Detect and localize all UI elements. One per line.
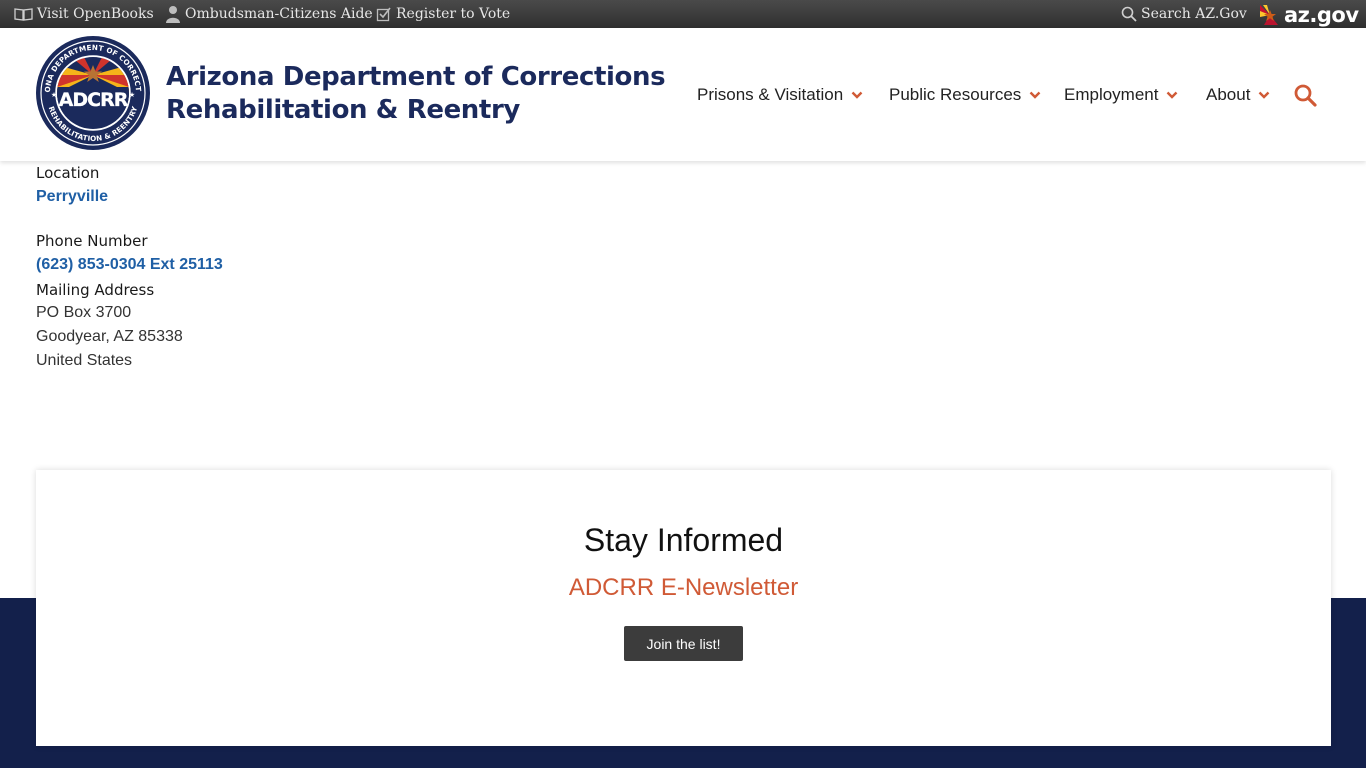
utility-bar: Visit OpenBooks Ombudsman-Citizens Aide …: [0, 0, 1366, 28]
nav-employment-label: Employment: [1064, 85, 1159, 104]
newsletter-card: Stay Informed ADCRR E-Newsletter Join th…: [36, 470, 1331, 746]
address-line-1: PO Box 3700: [36, 304, 132, 321]
location-label: Location: [36, 164, 100, 182]
ombudsman-label: Ombudsman-Citizens Aide: [185, 6, 373, 22]
arizona-flag-icon: [1260, 5, 1278, 25]
newsletter-subtitle: ADCRR E-Newsletter: [568, 574, 799, 601]
nav-about[interactable]: About: [1206, 83, 1270, 107]
newsletter-title: Stay Informed: [583, 522, 784, 558]
chevron-down-icon: [1167, 91, 1178, 99]
openbooks-label: Visit OpenBooks: [37, 6, 154, 22]
nav-public-resources-label: Public Resources: [889, 85, 1022, 104]
nav-about-label: About: [1206, 85, 1251, 104]
book-icon: [14, 8, 33, 21]
org-name-line1: Arizona Department of Corrections: [166, 62, 666, 92]
nav-prisons-visitation[interactable]: Prisons & Visitation: [697, 83, 863, 107]
site-header: ADCRR ARIZONA DEPARTMENT OF CORRECTIONS …: [0, 28, 1366, 161]
seal-star-right: ★: [129, 91, 135, 99]
chevron-down-icon: [1259, 91, 1270, 99]
adcrr-seal-logo[interactable]: ADCRR ARIZONA DEPARTMENT OF CORRECTIONS …: [35, 35, 151, 151]
search-azgov-label: Search AZ.Gov: [1141, 6, 1247, 22]
phone-link[interactable]: (623) 853-0304 Ext 25113: [36, 256, 223, 274]
register-vote-label: Register to Vote: [396, 6, 511, 22]
location-link[interactable]: Perryville: [36, 188, 108, 206]
phone-label: Phone Number: [36, 232, 148, 250]
checkbox-icon: [376, 7, 391, 22]
search-azgov-link[interactable]: Search AZ.Gov: [1121, 0, 1247, 28]
chevron-down-icon: [1029, 91, 1041, 99]
mailing-address-label: Mailing Address: [36, 281, 155, 299]
azgov-logo-text: az.gov: [1284, 2, 1359, 27]
seal-initials: ADCRR: [59, 89, 129, 111]
person-icon: [166, 6, 180, 23]
org-name-line2: Rehabilitation & Reentry: [166, 95, 520, 125]
openbooks-link[interactable]: Visit OpenBooks: [14, 0, 154, 28]
search-icon: [1121, 6, 1137, 22]
address-line-3: United States: [36, 352, 133, 369]
site-search-icon[interactable]: [1293, 83, 1317, 107]
nav-employment[interactable]: Employment: [1064, 83, 1178, 107]
seal-star-left: ★: [51, 91, 57, 99]
nav-prisons-visitation-label: Prisons & Visitation: [697, 85, 844, 104]
nav-public-resources[interactable]: Public Resources: [889, 83, 1041, 107]
azgov-logo-link[interactable]: az.gov: [1258, 3, 1359, 27]
join-list-button[interactable]: Join the list!: [624, 626, 743, 661]
address-line-2: Goodyear, AZ 85338: [36, 328, 183, 345]
chevron-down-icon: [851, 91, 863, 99]
register-vote-link[interactable]: Register to Vote: [376, 0, 510, 28]
ombudsman-link[interactable]: Ombudsman-Citizens Aide: [165, 0, 373, 28]
org-name[interactable]: Arizona Department of Corrections Rehabi…: [166, 61, 666, 127]
